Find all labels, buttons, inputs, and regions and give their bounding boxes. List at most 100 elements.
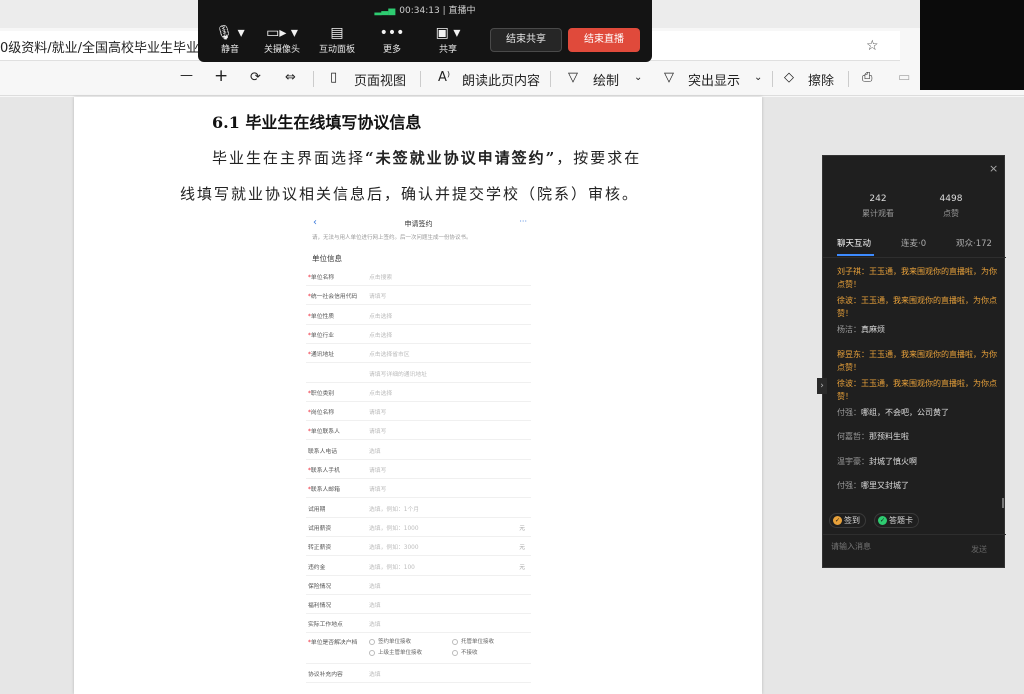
address-text[interactable]: 0级资料/就业/全国高校毕业生毕业去 [0, 37, 212, 56]
highlight-button[interactable]: 突出显示 [688, 70, 740, 89]
divider [772, 71, 773, 87]
paragraph-line-2: 线填写就业协议相关信息后，确认并提交学校（院系）审核。 [180, 185, 640, 203]
form-value: 点击搜索 [369, 275, 393, 281]
option-label: 上级主管单位接收 [378, 650, 423, 656]
share-button[interactable]: ▣ ▾ 共享 [420, 24, 476, 55]
viewers-stat: 242 累计观看 [848, 194, 908, 219]
close-icon[interactable]: × [989, 162, 998, 175]
panel-collapse-icon[interactable]: › [817, 378, 827, 394]
form-label: *单位是否解决户档 [308, 637, 357, 646]
tab-mic[interactable]: 连麦·0 [901, 237, 926, 249]
pdf-toolbar: — + ⟳ ⇔ ▯ 页面视图 A⁾ 朗读此页内容 ▽ 绘制 ⌄ ▽ 突出显示 ⌄… [0, 62, 1024, 96]
chat-message-list[interactable]: 刘子祺：王玉通，我来围观你的直播啦，为你点赞！ 徐波：王玉通，我来围观你的直播啦，… [837, 265, 1003, 505]
answer-card-button[interactable]: ✓ 答题卡 [874, 513, 919, 528]
paragraph-line-1: 毕业生在主界面选择“未签就业协议申请签约”，按要求在 [212, 147, 641, 168]
page-view-button[interactable]: 页面视图 [354, 70, 406, 89]
form-value: 点击选择 [369, 391, 393, 397]
chevron-down-icon[interactable]: ⌄ [754, 72, 762, 83]
form-row: 转正薪资 选填，例如：3000 元 [306, 537, 531, 556]
chat-sender: 付强： [837, 407, 861, 417]
zoom-out-button[interactable]: — [180, 68, 193, 83]
more-button[interactable]: ••• 更多 [364, 24, 420, 55]
chat-sender: 杨洁： [837, 325, 861, 334]
zoom-in-button[interactable]: + [214, 66, 228, 86]
chat-sender: 何嘉哲： [837, 432, 869, 441]
chat-sender: 徐波： [837, 378, 861, 388]
chat-message: 温宇豪：封城了慎火啊 [837, 455, 1003, 468]
mute-label: 静音 [220, 45, 239, 55]
form-row: *联系人手机 请填写 [306, 460, 531, 479]
form-label: *单位名称 [308, 272, 334, 281]
save-icon[interactable]: ▭ [898, 70, 910, 85]
form-label: 协议补充内容 [308, 672, 343, 678]
phone-screenshot: ‹ 申请签约 ··· 请，无法与用人单位进行网上签约。后一次问题生成一份协议书。… [306, 217, 531, 694]
form-label-text: 福利情况 [308, 603, 332, 609]
form-label: *单位联系人 [308, 426, 340, 435]
form-label-text: 转正薪资 [308, 545, 332, 551]
radio-option: 托管单位接收 [452, 637, 494, 645]
form-row: 请填写详细的通讯地址 [306, 364, 531, 383]
form-value: 请填写详细的通讯地址 [369, 372, 427, 378]
radio-option: 上级主管单位接收 [369, 648, 422, 656]
form-row: *职位类别 点击选择 [306, 383, 531, 402]
form-label: 试用薪资 [308, 523, 331, 532]
rotate-icon[interactable]: ⟳ [250, 70, 261, 85]
highlight-icon[interactable]: ▽ [664, 70, 674, 85]
option-label: 不接收 [461, 650, 478, 656]
read-aloud-icon[interactable]: A⁾ [438, 70, 450, 85]
chat-scrollbar[interactable] [1002, 498, 1004, 508]
send-button[interactable]: 发送 [971, 544, 987, 555]
signin-button[interactable]: ✓ 签到 [829, 513, 866, 528]
divider [823, 534, 1006, 535]
answer-card-label: 答题卡 [889, 516, 913, 525]
form-label: *通讯地址 [308, 349, 334, 358]
form-row: 试用期 选填，例如：1个月 [306, 499, 531, 518]
chat-text: 真麻烦 [861, 325, 885, 334]
live-status-label: 直播中 [448, 6, 476, 16]
form-label-text: 试用期 [308, 507, 326, 513]
form-row: *单位性质 点击选择 [306, 306, 531, 325]
draw-button[interactable]: 绘制 [593, 70, 619, 89]
form-row: *岗位名称 请填写 [306, 402, 531, 421]
form-value: 请填写 [369, 429, 387, 435]
interactive-panel-button[interactable]: ▤ 互动面板 [309, 24, 365, 55]
print-icon[interactable]: ⎙ [862, 70, 872, 85]
form-row: 福利情况 选填 [306, 595, 531, 614]
chat-sender: 温宇豪： [837, 456, 869, 466]
form-unit: 元 [519, 565, 525, 571]
mute-button[interactable]: 🎙 ▾ 静音 [202, 24, 258, 55]
form-label-text: 联系人手机 [310, 468, 340, 474]
read-aloud-button[interactable]: 朗读此页内容 [462, 70, 540, 89]
draw-icon[interactable]: ▽ [568, 70, 578, 85]
likes-label: 点赞 [943, 209, 959, 218]
signal-icon: ▂▃▅ [374, 6, 396, 16]
tab-chat[interactable]: 聊天互动 [837, 237, 871, 249]
camera-off-button[interactable]: ▭▸ ▾ 关摄像头 [254, 24, 310, 55]
form-value: 请填写 [369, 487, 387, 493]
chat-text: 封城了慎火啊 [869, 456, 917, 466]
form-label-text: 联系人电话 [308, 449, 337, 455]
radio-option: 签约单位接收 [369, 637, 411, 645]
divider [848, 71, 849, 87]
eraser-icon[interactable]: ◇ [784, 70, 794, 85]
end-share-button[interactable]: 结束共享 [490, 28, 562, 52]
chevron-down-icon[interactable]: ⌄ [634, 72, 642, 83]
form-label-text: 单位行业 [310, 333, 335, 339]
fit-page-icon[interactable]: ⇔ [285, 70, 296, 85]
form-label: 联系人电话 [308, 446, 337, 455]
section-title: 单位信息 [312, 254, 342, 263]
form-label-text: 违约金 [308, 565, 326, 571]
chat-sender: 付强： [837, 481, 861, 490]
option-label: 签约单位接收 [378, 639, 412, 645]
form-value: 选填 [369, 672, 381, 678]
chat-text: 王玉通，我来围观你的直播啦，为你点赞！ [837, 296, 997, 318]
chat-text: 哪组，不会吧，公司黄了 [861, 407, 949, 417]
add-favorite-icon[interactable]: ☆ [866, 38, 879, 54]
erase-button[interactable]: 擦除 [808, 70, 834, 89]
para1-text: 毕业生在主界面选择 [212, 149, 366, 167]
form-row-supplement: 协议补充内容 选填 [306, 664, 531, 683]
tab-audience[interactable]: 观众·172 [956, 237, 992, 249]
chat-input[interactable]: 请输入消息 [831, 541, 871, 552]
end-live-button[interactable]: 结束直播 [568, 28, 640, 52]
page-view-icon[interactable]: ▯ [330, 70, 337, 85]
